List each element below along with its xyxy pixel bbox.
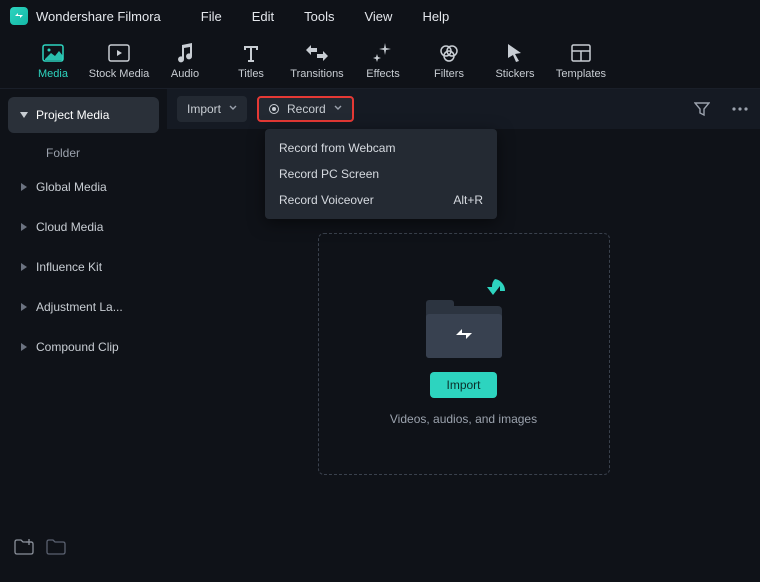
tool-label: Templates bbox=[556, 68, 606, 80]
cursor-icon bbox=[504, 42, 526, 64]
menu-file[interactable]: File bbox=[201, 9, 222, 24]
sidebar-list: Project Media Folder Global Media Cloud … bbox=[8, 97, 159, 531]
tool-templates[interactable]: Templates bbox=[548, 42, 614, 80]
workspace: Project Media Folder Global Media Cloud … bbox=[0, 89, 760, 571]
import-label: Import bbox=[187, 102, 221, 116]
filmora-logo-icon bbox=[453, 324, 475, 346]
app-name: Wondershare Filmora bbox=[36, 9, 161, 24]
sparkle-icon bbox=[372, 42, 394, 64]
sidebar-item-adjustment-layer[interactable]: Adjustment La... bbox=[8, 289, 159, 325]
menu-item-label: Record from Webcam bbox=[279, 141, 395, 155]
sidebar-item-label: Cloud Media bbox=[36, 220, 103, 234]
record-dropdown-menu: Record from Webcam Record PC Screen Reco… bbox=[265, 129, 497, 219]
main-panel: Import Record Record from Webcam Record … bbox=[167, 89, 760, 571]
sidebar-bottom-tools bbox=[8, 531, 159, 563]
chevron-right-icon bbox=[18, 223, 30, 231]
chevron-down-icon bbox=[229, 105, 237, 113]
menu-item-shortcut: Alt+R bbox=[453, 193, 483, 207]
toolbar: Media Stock Media Audio Titles Transitio… bbox=[0, 32, 760, 89]
import-dropdown-button[interactable]: Import bbox=[177, 96, 247, 122]
menu-record-screen[interactable]: Record PC Screen bbox=[265, 161, 497, 187]
menu-edit[interactable]: Edit bbox=[252, 9, 274, 24]
add-folder-button[interactable] bbox=[14, 539, 34, 555]
tool-label: Filters bbox=[434, 68, 464, 80]
folder-graphic bbox=[419, 283, 509, 358]
chevron-down-icon bbox=[18, 112, 30, 118]
chevron-right-icon bbox=[18, 183, 30, 191]
chevron-right-icon bbox=[18, 343, 30, 351]
record-label: Record bbox=[287, 102, 326, 116]
video-icon bbox=[108, 42, 130, 64]
tool-transitions[interactable]: Transitions bbox=[284, 42, 350, 80]
chevron-right-icon bbox=[18, 303, 30, 311]
menu-view[interactable]: View bbox=[364, 9, 392, 24]
filters-icon bbox=[438, 42, 460, 64]
record-dropdown-button[interactable]: Record bbox=[257, 96, 354, 122]
sidebar-item-influence-kit[interactable]: Influence Kit bbox=[8, 249, 159, 285]
tool-filters[interactable]: Filters bbox=[416, 42, 482, 80]
music-icon bbox=[174, 42, 196, 64]
transitions-icon bbox=[306, 42, 328, 64]
tool-label: Stock Media bbox=[89, 68, 150, 80]
sidebar-subitem-folder[interactable]: Folder bbox=[8, 137, 159, 169]
titlebar: Wondershare Filmora File Edit Tools View… bbox=[0, 0, 760, 32]
chevron-right-icon bbox=[18, 263, 30, 271]
sidebar-item-label: Influence Kit bbox=[36, 260, 102, 274]
record-icon bbox=[269, 104, 279, 114]
tool-label: Media bbox=[38, 68, 68, 80]
tool-label: Effects bbox=[366, 68, 399, 80]
folder-button[interactable] bbox=[46, 539, 66, 555]
text-icon bbox=[240, 42, 262, 64]
tool-stock-media[interactable]: Stock Media bbox=[86, 42, 152, 80]
layout-icon bbox=[570, 42, 592, 64]
menu-item-label: Record PC Screen bbox=[279, 167, 379, 181]
sidebar-item-label: Global Media bbox=[36, 180, 107, 194]
menubar: File Edit Tools View Help bbox=[201, 9, 449, 24]
filter-button[interactable] bbox=[692, 99, 712, 119]
menu-record-webcam[interactable]: Record from Webcam bbox=[265, 135, 497, 161]
tool-label: Stickers bbox=[495, 68, 534, 80]
image-icon bbox=[42, 42, 64, 64]
sidebar-item-label: Adjustment La... bbox=[36, 300, 123, 314]
tool-titles[interactable]: Titles bbox=[218, 42, 284, 80]
import-dropzone[interactable]: Import Videos, audios, and images bbox=[318, 233, 610, 475]
tool-stickers[interactable]: Stickers bbox=[482, 42, 548, 80]
menu-record-voiceover[interactable]: Record Voiceover Alt+R bbox=[265, 187, 497, 213]
sidebar-item-label: Folder bbox=[46, 146, 80, 160]
sidebar: Project Media Folder Global Media Cloud … bbox=[0, 89, 167, 571]
more-button[interactable] bbox=[730, 99, 750, 119]
tool-media[interactable]: Media bbox=[20, 42, 86, 80]
sidebar-item-global-media[interactable]: Global Media bbox=[8, 169, 159, 205]
sidebar-item-label: Project Media bbox=[36, 108, 109, 122]
sidebar-item-label: Compound Clip bbox=[36, 340, 119, 354]
menu-tools[interactable]: Tools bbox=[304, 9, 334, 24]
tool-effects[interactable]: Effects bbox=[350, 42, 416, 80]
chevron-down-icon bbox=[334, 105, 342, 113]
sidebar-item-cloud-media[interactable]: Cloud Media bbox=[8, 209, 159, 245]
tool-label: Transitions bbox=[290, 68, 343, 80]
secondary-bar: Import Record bbox=[167, 89, 760, 129]
dropzone-hint: Videos, audios, and images bbox=[390, 412, 537, 426]
menu-help[interactable]: Help bbox=[422, 9, 449, 24]
download-arrow-icon bbox=[481, 277, 507, 303]
tool-label: Audio bbox=[171, 68, 199, 80]
import-button[interactable]: Import bbox=[430, 372, 496, 398]
tool-label: Titles bbox=[238, 68, 264, 80]
menu-item-label: Record Voiceover bbox=[279, 193, 374, 207]
sidebar-item-compound-clip[interactable]: Compound Clip bbox=[8, 329, 159, 365]
app-logo bbox=[10, 7, 28, 25]
sidebar-item-project-media[interactable]: Project Media bbox=[8, 97, 159, 133]
tool-audio[interactable]: Audio bbox=[152, 42, 218, 80]
